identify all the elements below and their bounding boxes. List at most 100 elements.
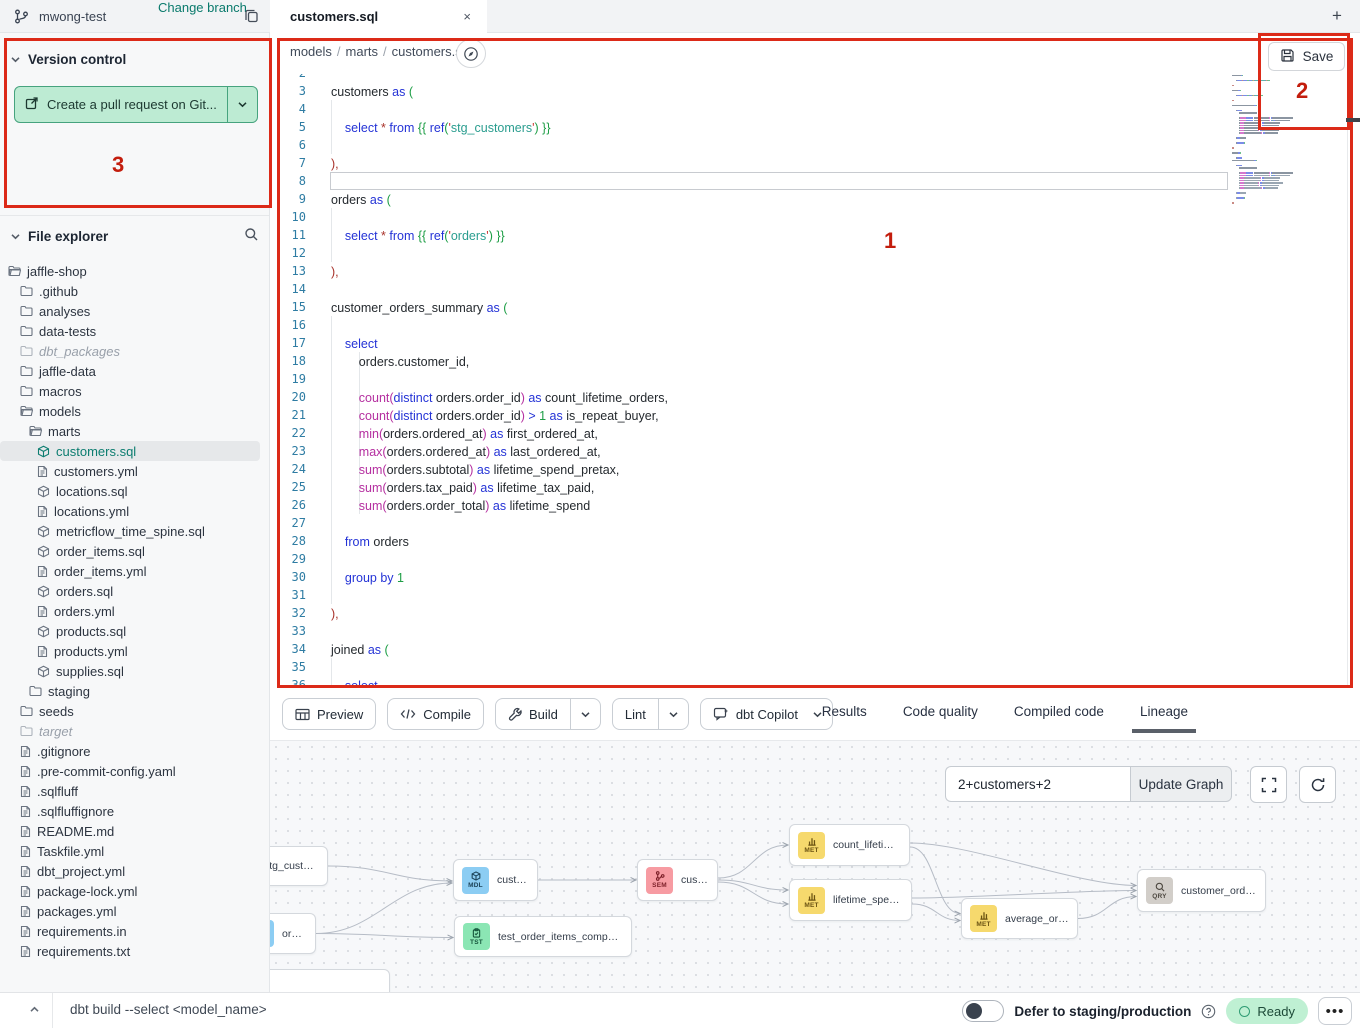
lineage-node-lifetime-spend-pretax[interactable]: METlifetime_spend_pretax bbox=[789, 879, 912, 921]
code-line-2[interactable]: 2 bbox=[270, 74, 331, 82]
tab-compiled-code[interactable]: Compiled code bbox=[1012, 690, 1106, 733]
file-tree-item-analyses[interactable]: analyses bbox=[0, 301, 270, 321]
file-tree-item-target[interactable]: target bbox=[0, 721, 270, 741]
dbt-copilot-button[interactable]: dbt Copilot bbox=[700, 698, 833, 730]
code-line-10[interactable]: 10 bbox=[270, 208, 331, 226]
update-graph-button[interactable]: Update Graph bbox=[1130, 766, 1232, 802]
file-tree-item-package-lock-yml[interactable]: package-lock.yml bbox=[0, 881, 270, 901]
code-line-33[interactable]: 33 bbox=[270, 622, 331, 640]
code-line-17[interactable]: 17 select bbox=[270, 334, 378, 352]
code-line-14[interactable]: 14 bbox=[270, 280, 331, 298]
code-line-36[interactable]: 36 select bbox=[270, 676, 378, 688]
pr-button-caret[interactable] bbox=[228, 87, 257, 122]
command-input[interactable]: dbt build --select <model_name> bbox=[70, 1002, 267, 1017]
file-tree-item-requirements-txt[interactable]: requirements.txt bbox=[0, 941, 270, 961]
tab-code-quality[interactable]: Code quality bbox=[901, 690, 980, 733]
lineage-node-count-lifetime-orders[interactable]: METcount_lifetime_orders bbox=[789, 824, 910, 866]
code-line-16[interactable]: 16 bbox=[270, 316, 331, 334]
lineage-node-customer-order-metrics[interactable]: QRYcustomer_order_metrics bbox=[1137, 869, 1266, 912]
defer-toggle[interactable] bbox=[962, 1000, 1004, 1022]
build-button[interactable]: Build bbox=[495, 698, 601, 730]
version-control-header[interactable]: Version control bbox=[0, 44, 269, 74]
file-explorer-header[interactable]: File explorer bbox=[0, 221, 269, 251]
lineage-node-partial-node[interactable] bbox=[270, 969, 390, 992]
save-button[interactable]: Save bbox=[1268, 42, 1345, 71]
tab-results[interactable]: Results bbox=[820, 690, 869, 733]
file-tree-item-requirements-in[interactable]: requirements.in bbox=[0, 921, 270, 941]
file-tree-item--sqlfluff[interactable]: .sqlfluff bbox=[0, 781, 270, 801]
chevron-up-icon[interactable] bbox=[28, 1003, 41, 1021]
file-tree-item-orders-yml[interactable]: orders.yml bbox=[0, 601, 270, 621]
file-tree-item-data-tests[interactable]: data-tests bbox=[0, 321, 270, 341]
code-line-29[interactable]: 29 bbox=[270, 550, 331, 568]
scroll-indicator[interactable] bbox=[1346, 118, 1360, 122]
code-line-26[interactable]: 26 sum(orders.order_total) as lifetime_s… bbox=[270, 496, 590, 514]
file-tree-item-locations-yml[interactable]: locations.yml bbox=[0, 501, 270, 521]
code-line-25[interactable]: 25 sum(orders.tax_paid) as lifetime_tax_… bbox=[270, 478, 594, 496]
code-line-11[interactable]: 11 select * from {{ ref('orders') }} bbox=[270, 226, 505, 244]
file-tree-item-jaffle-data[interactable]: jaffle-data bbox=[0, 361, 270, 381]
chevron-down-icon[interactable] bbox=[570, 699, 600, 729]
file-tree-item-taskfile-yml[interactable]: Taskfile.yml bbox=[0, 841, 270, 861]
code-line-30[interactable]: 30 group by 1 bbox=[270, 568, 404, 586]
file-tree-item--sqlfluffignore[interactable]: .sqlfluffignore bbox=[0, 801, 270, 821]
file-tree-item-marts[interactable]: marts bbox=[0, 421, 270, 441]
breadcrumb-models[interactable]: models bbox=[290, 44, 332, 59]
code-line-21[interactable]: 21 count(distinct orders.order_id) > 1 a… bbox=[270, 406, 659, 424]
new-tab-button[interactable]: + bbox=[1326, 5, 1348, 27]
code-line-19[interactable]: 19 bbox=[270, 370, 331, 388]
more-options-button[interactable]: ••• bbox=[1318, 997, 1352, 1025]
file-tree-item-order-items-yml[interactable]: order_items.yml bbox=[0, 561, 270, 581]
file-tree-item-readme-md[interactable]: README.md bbox=[0, 821, 270, 841]
file-tree-item-products-sql[interactable]: products.sql bbox=[0, 621, 270, 641]
copy-branch-icon[interactable] bbox=[243, 7, 260, 29]
code-line-34[interactable]: 34joined as ( bbox=[270, 640, 389, 658]
help-icon[interactable] bbox=[1201, 1004, 1216, 1019]
refresh-button[interactable] bbox=[1299, 766, 1336, 803]
code-area[interactable]: 23customers as (45 select * from {{ ref(… bbox=[270, 74, 1350, 688]
lint-button[interactable]: Lint bbox=[612, 698, 689, 730]
create-pull-request-button[interactable]: Create a pull request on Git... bbox=[14, 86, 258, 123]
compile-button[interactable]: Compile bbox=[387, 698, 484, 730]
file-tree-item-staging[interactable]: staging bbox=[0, 681, 270, 701]
file-tree-item-customers-sql[interactable]: customers.sql bbox=[0, 441, 260, 461]
lineage-node-stg-customers[interactable]: MDLstg_customers bbox=[270, 846, 328, 886]
file-tree-item-customers-yml[interactable]: customers.yml bbox=[0, 461, 270, 481]
code-line-3[interactable]: 3customers as ( bbox=[270, 82, 413, 100]
lineage-node-test-order-items[interactable]: TSTtest_order_items_compute_to_bools... bbox=[454, 916, 632, 957]
lineage-node-customers-semantic[interactable]: SEMcustomers bbox=[637, 859, 718, 901]
code-line-6[interactable]: 6 bbox=[270, 136, 331, 154]
file-tree-item-macros[interactable]: macros bbox=[0, 381, 270, 401]
file-tree-item--gitignore[interactable]: .gitignore bbox=[0, 741, 270, 761]
code-line-27[interactable]: 27 bbox=[270, 514, 331, 532]
lineage-node-customers-model[interactable]: MDLcustomers bbox=[453, 859, 538, 901]
fullscreen-button[interactable] bbox=[1250, 766, 1287, 803]
chevron-down-icon[interactable] bbox=[658, 699, 688, 729]
code-line-5[interactable]: 5 select * from {{ ref('stg_customers') … bbox=[270, 118, 551, 136]
code-line-13[interactable]: 13), bbox=[270, 262, 339, 280]
code-line-22[interactable]: 22 min(orders.ordered_at) as first_order… bbox=[270, 424, 598, 442]
code-line-7[interactable]: 7), bbox=[270, 154, 339, 172]
code-line-8[interactable]: 8 bbox=[270, 172, 331, 190]
file-tree-item-seeds[interactable]: seeds bbox=[0, 701, 270, 721]
file-tree-item-products-yml[interactable]: products.yml bbox=[0, 641, 270, 661]
code-line-35[interactable]: 35 bbox=[270, 658, 331, 676]
compass-icon[interactable] bbox=[456, 39, 486, 68]
file-tree-item-metricflow-time-spine-sql[interactable]: metricflow_time_spine.sql bbox=[0, 521, 270, 541]
file-tree-item-supplies-sql[interactable]: supplies.sql bbox=[0, 661, 270, 681]
code-line-20[interactable]: 20 count(distinct orders.order_id) as co… bbox=[270, 388, 668, 406]
code-line-32[interactable]: 32), bbox=[270, 604, 339, 622]
file-tree-item-dbt-project-yml[interactable]: dbt_project.yml bbox=[0, 861, 270, 881]
code-line-9[interactable]: 9orders as ( bbox=[270, 190, 391, 208]
code-line-4[interactable]: 4 bbox=[270, 100, 331, 118]
file-tree-item-packages-yml[interactable]: packages.yml bbox=[0, 901, 270, 921]
file-tree-item-order-items-sql[interactable]: order_items.sql bbox=[0, 541, 270, 561]
code-line-28[interactable]: 28 from orders bbox=[270, 532, 409, 550]
tab-close-icon[interactable]: × bbox=[459, 7, 475, 26]
code-line-31[interactable]: 31 bbox=[270, 586, 331, 604]
code-line-23[interactable]: 23 max(orders.ordered_at) as last_ordere… bbox=[270, 442, 601, 460]
lineage-selector-input[interactable]: 2+customers+2 bbox=[945, 766, 1130, 802]
code-line-24[interactable]: 24 sum(orders.subtotal) as lifetime_spen… bbox=[270, 460, 619, 478]
breadcrumb-marts[interactable]: marts bbox=[346, 44, 379, 59]
search-icon[interactable] bbox=[244, 227, 259, 245]
